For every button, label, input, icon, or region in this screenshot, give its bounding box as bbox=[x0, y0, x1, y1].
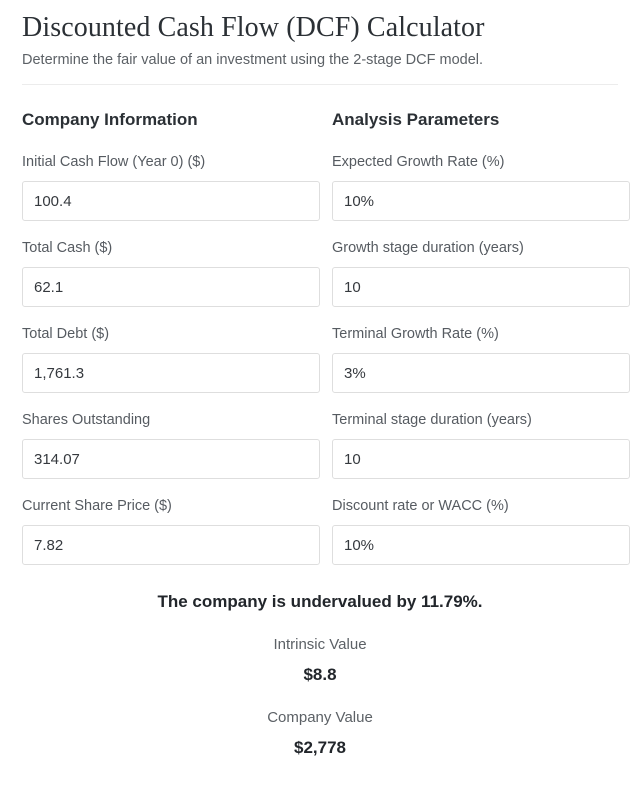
page-header: Discounted Cash Flow (DCF) Calculator De… bbox=[22, 0, 618, 85]
input-total-debt[interactable] bbox=[22, 353, 320, 393]
result-value-company-value: $2,778 bbox=[294, 738, 346, 757]
header-divider bbox=[22, 84, 618, 85]
label-expected-growth-rate: Expected Growth Rate (%) bbox=[332, 154, 505, 170]
result-label-company-value: Company Value bbox=[267, 709, 373, 726]
company-information-heading: Company Information bbox=[22, 110, 198, 129]
field-terminal-growth-rate: Terminal Growth Rate (%) bbox=[332, 325, 630, 393]
label-shares-outstanding: Shares Outstanding bbox=[22, 412, 151, 428]
input-shares-outstanding[interactable] bbox=[22, 439, 320, 479]
input-total-cash[interactable] bbox=[22, 267, 320, 307]
field-discount-rate-wacc: Discount rate or WACC (%) bbox=[332, 497, 630, 565]
result-label-intrinsic-value: Intrinsic Value bbox=[273, 636, 367, 653]
field-current-share-price: Current Share Price ($) bbox=[22, 497, 320, 565]
valuation-verdict: The company is undervalued by 11.79%. bbox=[157, 592, 483, 611]
page-subtitle: Determine the fair value of an investmen… bbox=[22, 52, 484, 68]
input-growth-stage-duration[interactable] bbox=[332, 267, 630, 307]
input-terminal-growth-rate[interactable] bbox=[332, 353, 630, 393]
analysis-parameters-column: Analysis Parameters Expected Growth Rate… bbox=[332, 109, 630, 565]
field-total-debt: Total Debt ($) bbox=[22, 325, 320, 393]
analysis-parameters-heading: Analysis Parameters bbox=[332, 110, 500, 129]
page-title: Discounted Cash Flow (DCF) Calculator bbox=[22, 12, 485, 43]
form-columns: Company Information Initial Cash Flow (Y… bbox=[22, 109, 630, 565]
company-information-column: Company Information Initial Cash Flow (Y… bbox=[22, 109, 320, 565]
results-section: The company is undervalued by 11.79%. In… bbox=[22, 591, 618, 759]
label-current-share-price: Current Share Price ($) bbox=[22, 498, 172, 514]
label-growth-stage-duration: Growth stage duration (years) bbox=[332, 240, 524, 256]
label-discount-rate-wacc: Discount rate or WACC (%) bbox=[332, 498, 509, 514]
field-initial-cash-flow: Initial Cash Flow (Year 0) ($) bbox=[22, 153, 320, 221]
field-total-cash: Total Cash ($) bbox=[22, 239, 320, 307]
label-terminal-growth-rate: Terminal Growth Rate (%) bbox=[332, 326, 499, 342]
field-terminal-stage-duration: Terminal stage duration (years) bbox=[332, 411, 630, 479]
label-total-cash: Total Cash ($) bbox=[22, 240, 113, 256]
result-intrinsic-value: Intrinsic Value $8.8 bbox=[22, 635, 618, 686]
field-growth-stage-duration: Growth stage duration (years) bbox=[332, 239, 630, 307]
input-current-share-price[interactable] bbox=[22, 525, 320, 565]
field-shares-outstanding: Shares Outstanding bbox=[22, 411, 320, 479]
result-value-intrinsic-value: $8.8 bbox=[303, 665, 337, 684]
label-initial-cash-flow: Initial Cash Flow (Year 0) ($) bbox=[22, 154, 206, 170]
result-company-value: Company Value $2,778 bbox=[22, 708, 618, 759]
input-terminal-stage-duration[interactable] bbox=[332, 439, 630, 479]
field-expected-growth-rate: Expected Growth Rate (%) bbox=[332, 153, 630, 221]
label-terminal-stage-duration: Terminal stage duration (years) bbox=[332, 412, 532, 428]
input-discount-rate-wacc[interactable] bbox=[332, 525, 630, 565]
label-total-debt: Total Debt ($) bbox=[22, 326, 110, 342]
dcf-calculator-page: Discounted Cash Flow (DCF) Calculator De… bbox=[0, 0, 640, 791]
input-initial-cash-flow[interactable] bbox=[22, 181, 320, 221]
input-expected-growth-rate[interactable] bbox=[332, 181, 630, 221]
